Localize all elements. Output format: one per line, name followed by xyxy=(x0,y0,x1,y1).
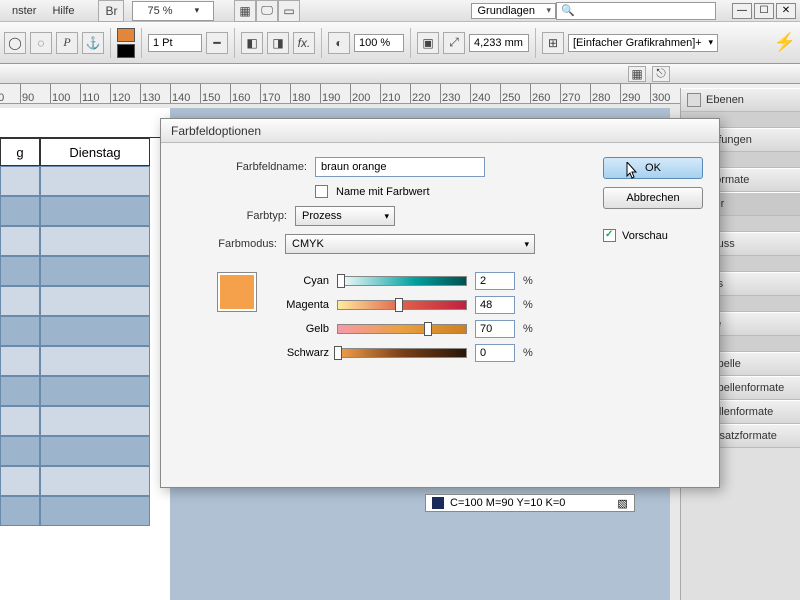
maximize-icon[interactable]: ☐ xyxy=(754,3,774,19)
panel-tab[interactable]: Ebenen xyxy=(681,88,800,112)
opacity-field[interactable]: 100 % xyxy=(354,34,404,52)
cyan-slider[interactable] xyxy=(337,276,467,286)
table-cell[interactable] xyxy=(40,436,150,466)
table-cell[interactable] xyxy=(0,166,40,196)
table-cell[interactable] xyxy=(40,316,150,346)
opacity-icon[interactable]: ◐ xyxy=(328,32,350,54)
swatch-chip xyxy=(432,497,444,509)
swatch-options-dialog: Farbfeldoptionen Farbfeldname: Name mit … xyxy=(160,118,720,488)
arrange-icon[interactable]: ▭ xyxy=(278,0,300,22)
color-preview xyxy=(217,272,257,312)
table-header: Dienstag xyxy=(40,138,150,166)
table-header: g xyxy=(0,138,40,166)
ellipse-dashed-icon[interactable]: ◌ xyxy=(30,32,52,54)
document[interactable]: g Dienstag xyxy=(0,108,170,600)
table-cell[interactable] xyxy=(0,466,40,496)
sub-bar: ▦ ⎋ xyxy=(0,64,800,84)
anchor-icon[interactable]: ⚓ xyxy=(82,32,104,54)
table-cell[interactable] xyxy=(40,286,150,316)
control-bar: ◯ ◌ P ⚓ 1 Pt ━ ◧ ◨ fx. ◐ 100 % ▣ ⤢ 4,233… xyxy=(0,22,800,64)
channel-label: Magenta xyxy=(269,299,329,311)
corner2-icon[interactable]: ◨ xyxy=(267,32,289,54)
search-input[interactable]: 🔍 xyxy=(556,2,716,20)
table-cell[interactable] xyxy=(0,286,40,316)
name-label: Farbfeldname: xyxy=(177,161,307,173)
gelb-slider[interactable] xyxy=(337,324,467,334)
magenta-slider[interactable] xyxy=(337,300,467,310)
name-with-value-checkbox[interactable] xyxy=(315,185,328,198)
table-cell[interactable] xyxy=(40,406,150,436)
table-cell[interactable] xyxy=(0,346,40,376)
table-cell[interactable] xyxy=(40,256,150,286)
fit-icon[interactable]: ⤢ xyxy=(443,32,465,54)
bridge-button[interactable]: Br xyxy=(98,0,124,22)
table-cell[interactable] xyxy=(0,436,40,466)
table-cell[interactable] xyxy=(0,376,40,406)
cancel-button[interactable]: Abbrechen xyxy=(603,187,703,209)
frame-style-icon[interactable]: ⊞ xyxy=(542,32,564,54)
zoom-field[interactable]: 75 %▾ xyxy=(132,1,214,21)
stroke-swatch[interactable] xyxy=(117,44,135,58)
table-cell[interactable] xyxy=(40,466,150,496)
table-cell[interactable] xyxy=(0,496,40,526)
menu-item[interactable]: Hilfe xyxy=(44,3,82,19)
table-cell[interactable] xyxy=(40,346,150,376)
minimize-icon[interactable]: — xyxy=(732,3,752,19)
fill-stroke-swatch[interactable] xyxy=(117,28,135,58)
close-icon[interactable]: ✕ xyxy=(776,3,796,19)
table-cell[interactable] xyxy=(0,226,40,256)
view-icon[interactable]: ▦ xyxy=(234,0,256,22)
table-cell[interactable] xyxy=(0,256,40,286)
table-cell[interactable] xyxy=(40,376,150,406)
stroke-weight-field[interactable]: 1 Pt xyxy=(148,34,202,52)
channel-label: Gelb xyxy=(269,323,329,335)
table-cell[interactable] xyxy=(40,496,150,526)
table-cell[interactable] xyxy=(40,166,150,196)
table-cell[interactable] xyxy=(0,316,40,346)
schwarz-value-input[interactable]: 0 xyxy=(475,344,515,362)
measure-field[interactable]: 4,233 mm xyxy=(469,34,529,52)
table-cell[interactable] xyxy=(40,226,150,256)
fx-icon[interactable]: fx. xyxy=(293,32,315,54)
channel-label: Schwarz xyxy=(269,347,329,359)
type-label: Farbtyp: xyxy=(177,210,287,222)
line-style-icon[interactable]: ━ xyxy=(206,32,228,54)
menu-bar: nster Hilfe Br 75 %▾ ▦ 🖵 ▭ Grundlagen 🔍 … xyxy=(0,0,800,22)
color-mode-select[interactable]: CMYK xyxy=(285,234,535,254)
cmyk-icon: ▧ xyxy=(617,497,627,510)
menu-item[interactable]: nster xyxy=(4,3,44,19)
dialog-title: Farbfeldoptionen xyxy=(161,119,719,143)
corner-icon[interactable]: ◧ xyxy=(241,32,263,54)
grid-icon[interactable]: ▦ xyxy=(628,66,646,82)
table-cell[interactable] xyxy=(40,196,150,226)
cyan-value-input[interactable]: 2 xyxy=(475,272,515,290)
gelb-value-input[interactable]: 70 xyxy=(475,320,515,338)
name-with-value-label: Name mit Farbwert xyxy=(336,186,430,198)
channel-label: Cyan xyxy=(269,275,329,287)
textwrap-icon[interactable]: ▣ xyxy=(417,32,439,54)
fill-swatch[interactable] xyxy=(117,28,135,42)
frame-preset-dropdown[interactable]: [Einfacher Grafikrahmen]+▾ xyxy=(568,34,718,52)
workspace-dropdown[interactable]: Grundlagen xyxy=(471,3,557,19)
preview-label: Vorschau xyxy=(622,230,668,242)
table-cell[interactable] xyxy=(0,196,40,226)
swatch-list-item[interactable]: C=100 M=90 Y=10 K=0 ▧ xyxy=(425,494,635,512)
ellipse-icon[interactable]: ◯ xyxy=(4,32,26,54)
panel-icon xyxy=(687,93,701,107)
color-type-select[interactable]: Prozess xyxy=(295,206,395,226)
mode-label: Farbmodus: xyxy=(177,238,277,250)
swatch-name-input[interactable] xyxy=(315,157,485,177)
table-cell[interactable] xyxy=(0,406,40,436)
ok-button[interactable]: OK xyxy=(603,157,703,179)
schwarz-slider[interactable] xyxy=(337,348,467,358)
screen-icon[interactable]: 🖵 xyxy=(256,0,278,22)
paragraph-icon[interactable]: P xyxy=(56,32,78,54)
lightning-icon[interactable]: ⚡ xyxy=(774,32,796,54)
link-icon[interactable]: ⎋ xyxy=(652,66,670,82)
preview-checkbox[interactable] xyxy=(603,229,616,242)
magenta-value-input[interactable]: 48 xyxy=(475,296,515,314)
